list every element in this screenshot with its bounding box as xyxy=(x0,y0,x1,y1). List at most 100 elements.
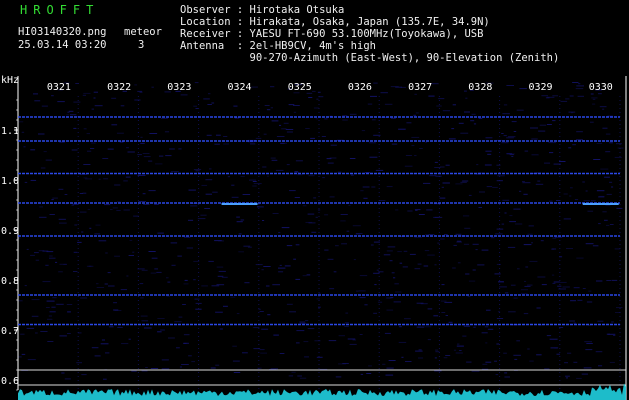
noise-speck xyxy=(107,148,114,150)
noise-speck xyxy=(270,368,278,370)
noise-speck xyxy=(223,136,228,137)
noise-speck xyxy=(73,127,77,129)
receiver-line: Receiver : YAESU FT-690 53.100MHz(Toyoka… xyxy=(180,28,484,40)
noise-speck xyxy=(116,209,121,211)
noise-speck xyxy=(204,208,210,209)
datetime-label: 25.03.14 03:20 xyxy=(18,39,107,51)
noise-speck xyxy=(602,211,607,213)
noise-speck xyxy=(398,341,407,343)
noise-speck xyxy=(462,335,467,337)
noise-speck xyxy=(434,167,441,168)
noise-speck xyxy=(242,352,248,354)
noise-speck xyxy=(330,144,337,146)
noise-speck xyxy=(494,273,501,275)
noise-speck xyxy=(527,284,533,286)
noise-speck xyxy=(403,250,408,252)
noise-speck xyxy=(591,200,596,202)
noise-speck xyxy=(358,290,366,292)
noise-speck xyxy=(270,107,273,109)
noise-speck xyxy=(581,373,588,375)
noise-speck xyxy=(174,321,182,323)
noise-speck xyxy=(217,275,224,277)
noise-speck xyxy=(271,159,278,161)
noise-speck xyxy=(284,265,291,267)
noise-speck xyxy=(137,174,146,176)
noise-speck xyxy=(157,318,165,319)
noise-speck xyxy=(51,306,56,308)
noise-speck xyxy=(26,327,35,329)
noise-speck xyxy=(236,313,240,315)
noise-speck xyxy=(460,132,469,134)
noise-speck xyxy=(411,136,420,138)
noise-speck xyxy=(427,339,431,341)
noise-speck xyxy=(523,313,529,315)
noise-speck xyxy=(94,105,103,107)
noise-speck xyxy=(170,171,179,173)
noise-speck xyxy=(286,245,293,247)
noise-speck xyxy=(117,326,123,328)
noise-speck xyxy=(40,167,46,169)
noise-speck xyxy=(485,150,492,152)
y-tick-label: 0.7 xyxy=(1,326,19,337)
noise-speck xyxy=(567,352,572,354)
noise-speck xyxy=(600,168,609,170)
noise-speck xyxy=(497,175,505,177)
noise-speck xyxy=(293,111,297,113)
noise-speck xyxy=(24,285,27,287)
noise-speck xyxy=(388,360,396,361)
noise-speck xyxy=(230,296,236,298)
noise-speck xyxy=(123,180,128,182)
noise-speck xyxy=(30,254,35,256)
noise-speck xyxy=(218,270,226,272)
noise-speck xyxy=(148,251,156,252)
noise-speck xyxy=(485,361,492,363)
spectrogram-chart: kHz 0321 0322 0323 0324 0325 0326 0327 0328 0329 0… xyxy=(1,75,627,400)
noise-speck xyxy=(440,300,447,302)
noise-speck xyxy=(576,257,584,259)
noise-speck xyxy=(359,275,368,277)
noise-speck xyxy=(140,315,148,317)
noise-speck xyxy=(475,249,478,251)
noise-speck xyxy=(121,343,129,345)
noise-speck xyxy=(350,174,354,176)
noise-speck xyxy=(133,215,139,217)
noise-speck xyxy=(464,227,471,229)
noise-speck xyxy=(201,285,208,287)
noise-speck xyxy=(114,310,122,311)
noise-speck xyxy=(484,164,492,166)
noise-speck xyxy=(527,348,530,350)
noise-speck xyxy=(288,104,295,106)
noise-speck xyxy=(275,169,284,171)
noise-speck xyxy=(471,370,480,372)
noise-speck xyxy=(154,268,158,270)
noise-speck xyxy=(367,103,373,105)
noise-speck xyxy=(510,284,516,286)
noise-speck xyxy=(468,280,476,282)
noise-speck xyxy=(211,285,220,287)
noise-speck xyxy=(47,341,54,342)
noise-speck xyxy=(216,266,224,268)
noise-speck xyxy=(91,108,94,110)
noise-speck xyxy=(31,315,39,317)
noise-speck xyxy=(340,214,348,215)
noise-speck xyxy=(418,349,422,351)
noise-speck xyxy=(444,234,448,235)
noise-speck xyxy=(221,276,228,278)
noise-speck xyxy=(303,341,309,343)
noise-speck xyxy=(142,153,150,154)
noise-speck xyxy=(570,187,573,189)
noise-speck xyxy=(263,266,271,267)
noise-speck xyxy=(281,128,287,130)
noise-speck xyxy=(49,214,55,215)
noise-speck xyxy=(39,216,47,218)
noise-speck xyxy=(164,131,170,133)
noise-speck xyxy=(577,95,584,97)
noise-speck xyxy=(134,84,138,86)
noise-speck xyxy=(442,182,450,184)
noise-speck xyxy=(496,318,504,319)
noise-speck xyxy=(114,184,121,186)
noise-speck xyxy=(139,91,143,93)
noise-speck xyxy=(179,366,182,368)
noise-speck xyxy=(120,105,125,107)
noise-speck xyxy=(416,326,425,328)
